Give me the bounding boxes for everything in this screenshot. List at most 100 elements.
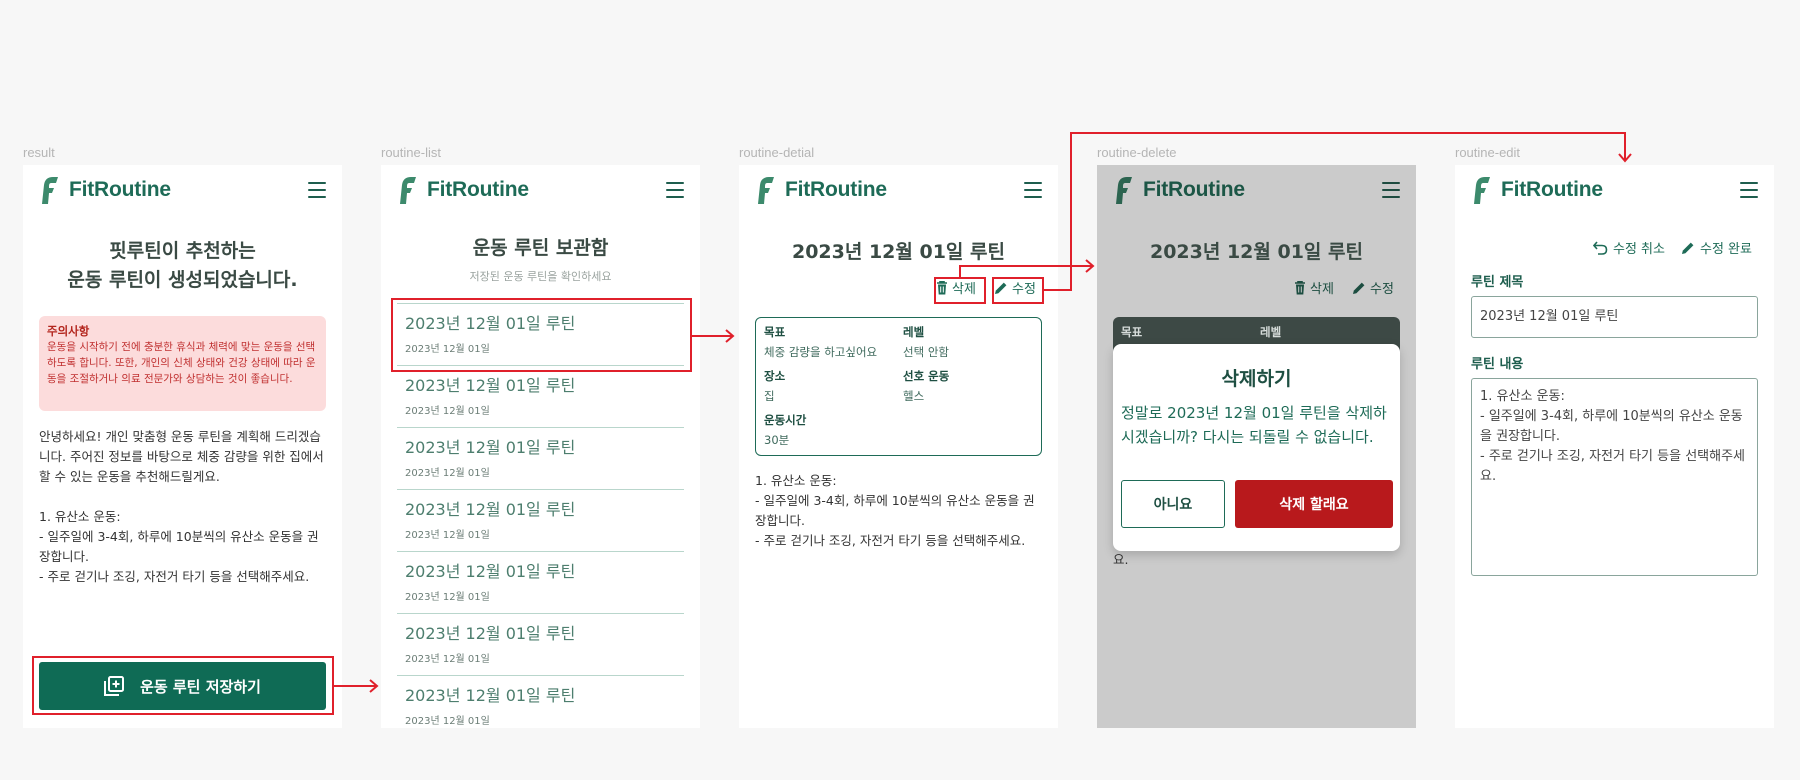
frame-label-detail: routine-detial (739, 145, 815, 160)
routine-content-label: 루틴 내용 (1471, 357, 1524, 372)
routine-list-item[interactable]: 2023년 12월 01일 루틴 2023년 12월 01일 (397, 613, 684, 675)
app-header: FitRoutine (39, 173, 326, 207)
routine-list-item[interactable]: 2023년 12월 01일 루틴 2023년 12월 01일 (397, 551, 684, 613)
goal-label: 목표 (1121, 325, 1143, 339)
confirm-delete-button[interactable]: 삭제 할래요 (1235, 480, 1393, 528)
fitroutine-logo-icon (400, 177, 416, 204)
cancel-delete-button[interactable]: 아니요 (1121, 480, 1225, 528)
routine-item-date: 2023년 12월 01일 (405, 716, 490, 727)
page-title: 2023년 12월 01일 루틴 (1149, 241, 1363, 263)
preferred-exercise-label: 선호 운동 (903, 369, 950, 383)
workout-time-label: 운동시간 (764, 413, 807, 427)
app-header: FitRoutine (1113, 173, 1400, 207)
frame-label-delete: routine-delete (1097, 145, 1177, 160)
screen-routine-list: FitRoutine 운동 루틴 보관함 저장된 운동 루틴을 확인하세요 20… (381, 165, 700, 728)
warning-body: 운동을 시작하기 전에 충분한 휴식과 체력에 맞는 운동을 선택하도록 합니다… (47, 341, 316, 385)
routine-item-title: 2023년 12월 01일 루틴 (405, 624, 576, 643)
place-label: 장소 (764, 369, 786, 383)
routine-list-item[interactable]: 2023년 12월 01일 루틴 2023년 12월 01일 (397, 427, 684, 489)
arrowhead-delete (1085, 259, 1095, 273)
routine-content-textarea[interactable]: 1. 유산소 운동: - 일주일에 3-4회, 하루에 10분씩의 유산소 운동… (1471, 378, 1758, 576)
hamburger-menu-icon[interactable] (666, 182, 684, 198)
level-label: 레벨 (903, 325, 925, 339)
routine-item-date: 2023년 12월 01일 (405, 530, 490, 541)
page-title: 운동 루틴 보관함 (472, 237, 609, 259)
highlight-first-list-item (391, 298, 692, 372)
routine-item-date: 2023년 12월 01일 (405, 592, 490, 603)
cancel-edit-button[interactable]: 수정 취소 (1593, 238, 1665, 257)
arrowhead-edit (1618, 153, 1632, 163)
intro-text: 안녕하세요! 개인 맞춤형 운동 루틴을 계획해 드리겠습니다. 주어진 정보를… (39, 429, 324, 484)
delete-confirm-modal: 삭제하기 정말로 2023년 12월 01일 루틴을 삭제하시겠습니까? 다시는… (1113, 344, 1400, 551)
fitroutine-logo-icon (1474, 177, 1490, 204)
save-edit-label: 수정 완료 (1700, 242, 1752, 257)
frame-label-list: routine-list (381, 145, 441, 160)
hamburger-menu-icon[interactable] (308, 182, 326, 198)
warning-box: 주의사항 운동을 시작하기 전에 충분한 휴식과 체력에 맞는 운동을 선택하도… (39, 316, 326, 411)
undo-icon (1593, 240, 1608, 255)
app-logo-text[interactable]: FitRoutine (1501, 178, 1603, 202)
arrowhead-detail (725, 329, 735, 343)
page-title: 핏루틴이 추천하는 운동 루틴이 생성되었습니다. (23, 237, 342, 295)
place-value: 집 (764, 389, 775, 403)
level-value: 선택 안함 (903, 345, 949, 359)
app-logo-text[interactable]: FitRoutine (427, 178, 529, 202)
highlight-delete-action (934, 277, 986, 304)
page-subtitle: 저장된 운동 루틴을 확인하세요 (469, 270, 612, 283)
frame-label-result: result (23, 145, 55, 160)
routine-title-input[interactable]: 2023년 12월 01일 루틴 (1471, 296, 1758, 338)
app-logo-text[interactable]: FitRoutine (785, 178, 887, 202)
title-line-1: 핏루틴이 추천하는 (109, 240, 256, 262)
routine-text: 1. 유산소 운동: - 일주일에 3-4회, 하루에 10분씩의 유산소 운동… (39, 509, 319, 584)
routine-item-title: 2023년 12월 01일 루틴 (405, 500, 576, 519)
frame-label-edit: routine-edit (1455, 145, 1521, 160)
routine-list-item[interactable]: 2023년 12월 01일 루틴 2023년 12월 01일 (397, 675, 684, 728)
hamburger-menu-icon (1382, 182, 1400, 198)
workout-time-value: 30분 (764, 433, 790, 447)
routine-info-card: 목표 체중 감량을 하고싶어요 레벨 선택 안함 장소 집 선호 운동 헬스 운… (755, 317, 1042, 456)
edit-button: 수정 (1352, 278, 1394, 297)
routine-text-tail: 요. (1113, 552, 1129, 567)
arrowhead-list (369, 679, 379, 693)
app-header: FitRoutine (755, 173, 1042, 207)
goal-label: 목표 (764, 325, 786, 339)
screen-routine-edit: FitRoutine 수정 취소 수정 완료 루틴 제목 2023년 12월 0… (1455, 165, 1774, 728)
routine-item-title: 2023년 12월 01일 루틴 (405, 438, 576, 457)
routine-item-date: 2023년 12월 01일 (405, 468, 490, 479)
page-title: 2023년 12월 01일 루틴 (791, 241, 1005, 263)
hamburger-menu-icon[interactable] (1024, 182, 1042, 198)
modal-message: 정말로 2023년 12월 01일 루틴을 삭제하시겠습니까? 다시는 되돌릴 … (1121, 404, 1387, 446)
app-header: FitRoutine (1471, 173, 1758, 207)
routine-item-title: 2023년 12월 01일 루틴 (405, 686, 576, 705)
fitroutine-logo-icon (42, 177, 58, 204)
modal-title: 삭제하기 (1221, 368, 1292, 390)
screen-routine-delete: FitRoutine 2023년 12월 01일 루틴 삭제 수정 목표 레벨 … (1097, 165, 1416, 728)
fitroutine-logo-icon (1116, 177, 1132, 204)
routine-list-item[interactable]: 2023년 12월 01일 루틴 2023년 12월 01일 (397, 489, 684, 551)
routine-item-date: 2023년 12월 01일 (405, 654, 490, 665)
hamburger-menu-icon[interactable] (1740, 182, 1758, 198)
pencil-icon (1353, 282, 1365, 294)
pencil-icon (1682, 242, 1694, 254)
edit-label: 수정 (1370, 282, 1394, 297)
title-line-2: 운동 루틴이 생성되었습니다. (67, 269, 298, 291)
routine-text: 1. 유산소 운동: - 일주일에 3-4회, 하루에 10분씩의 유산소 운동… (755, 473, 1035, 548)
highlight-save-button (32, 656, 334, 715)
routine-item-date: 2023년 12월 01일 (405, 406, 490, 417)
routine-title-label: 루틴 제목 (1471, 275, 1524, 290)
warning-title: 주의사항 (47, 324, 90, 338)
screen-routine-detail: FitRoutine 2023년 12월 01일 루틴 삭제 수정 목표 체중 … (739, 165, 1058, 728)
cancel-edit-label: 수정 취소 (1613, 242, 1665, 257)
fitroutine-logo-icon (758, 177, 774, 204)
app-logo-text[interactable]: FitRoutine (69, 178, 171, 202)
screen-result: FitRoutine 핏루틴이 추천하는 운동 루틴이 생성되었습니다. 주의사… (23, 165, 342, 728)
app-logo-text: FitRoutine (1143, 178, 1245, 201)
delete-button: 삭제 (1294, 278, 1334, 297)
preferred-exercise-value: 헬스 (903, 389, 925, 403)
trash-icon (1295, 280, 1305, 294)
save-edit-button[interactable]: 수정 완료 (1681, 238, 1752, 257)
routine-list-item[interactable]: 2023년 12월 01일 루틴 2023년 12월 01일 (397, 365, 684, 427)
routine-item-title: 2023년 12월 01일 루틴 (405, 376, 576, 395)
app-header: FitRoutine (397, 173, 684, 207)
goal-value: 체중 감량을 하고싶어요 (764, 345, 878, 359)
